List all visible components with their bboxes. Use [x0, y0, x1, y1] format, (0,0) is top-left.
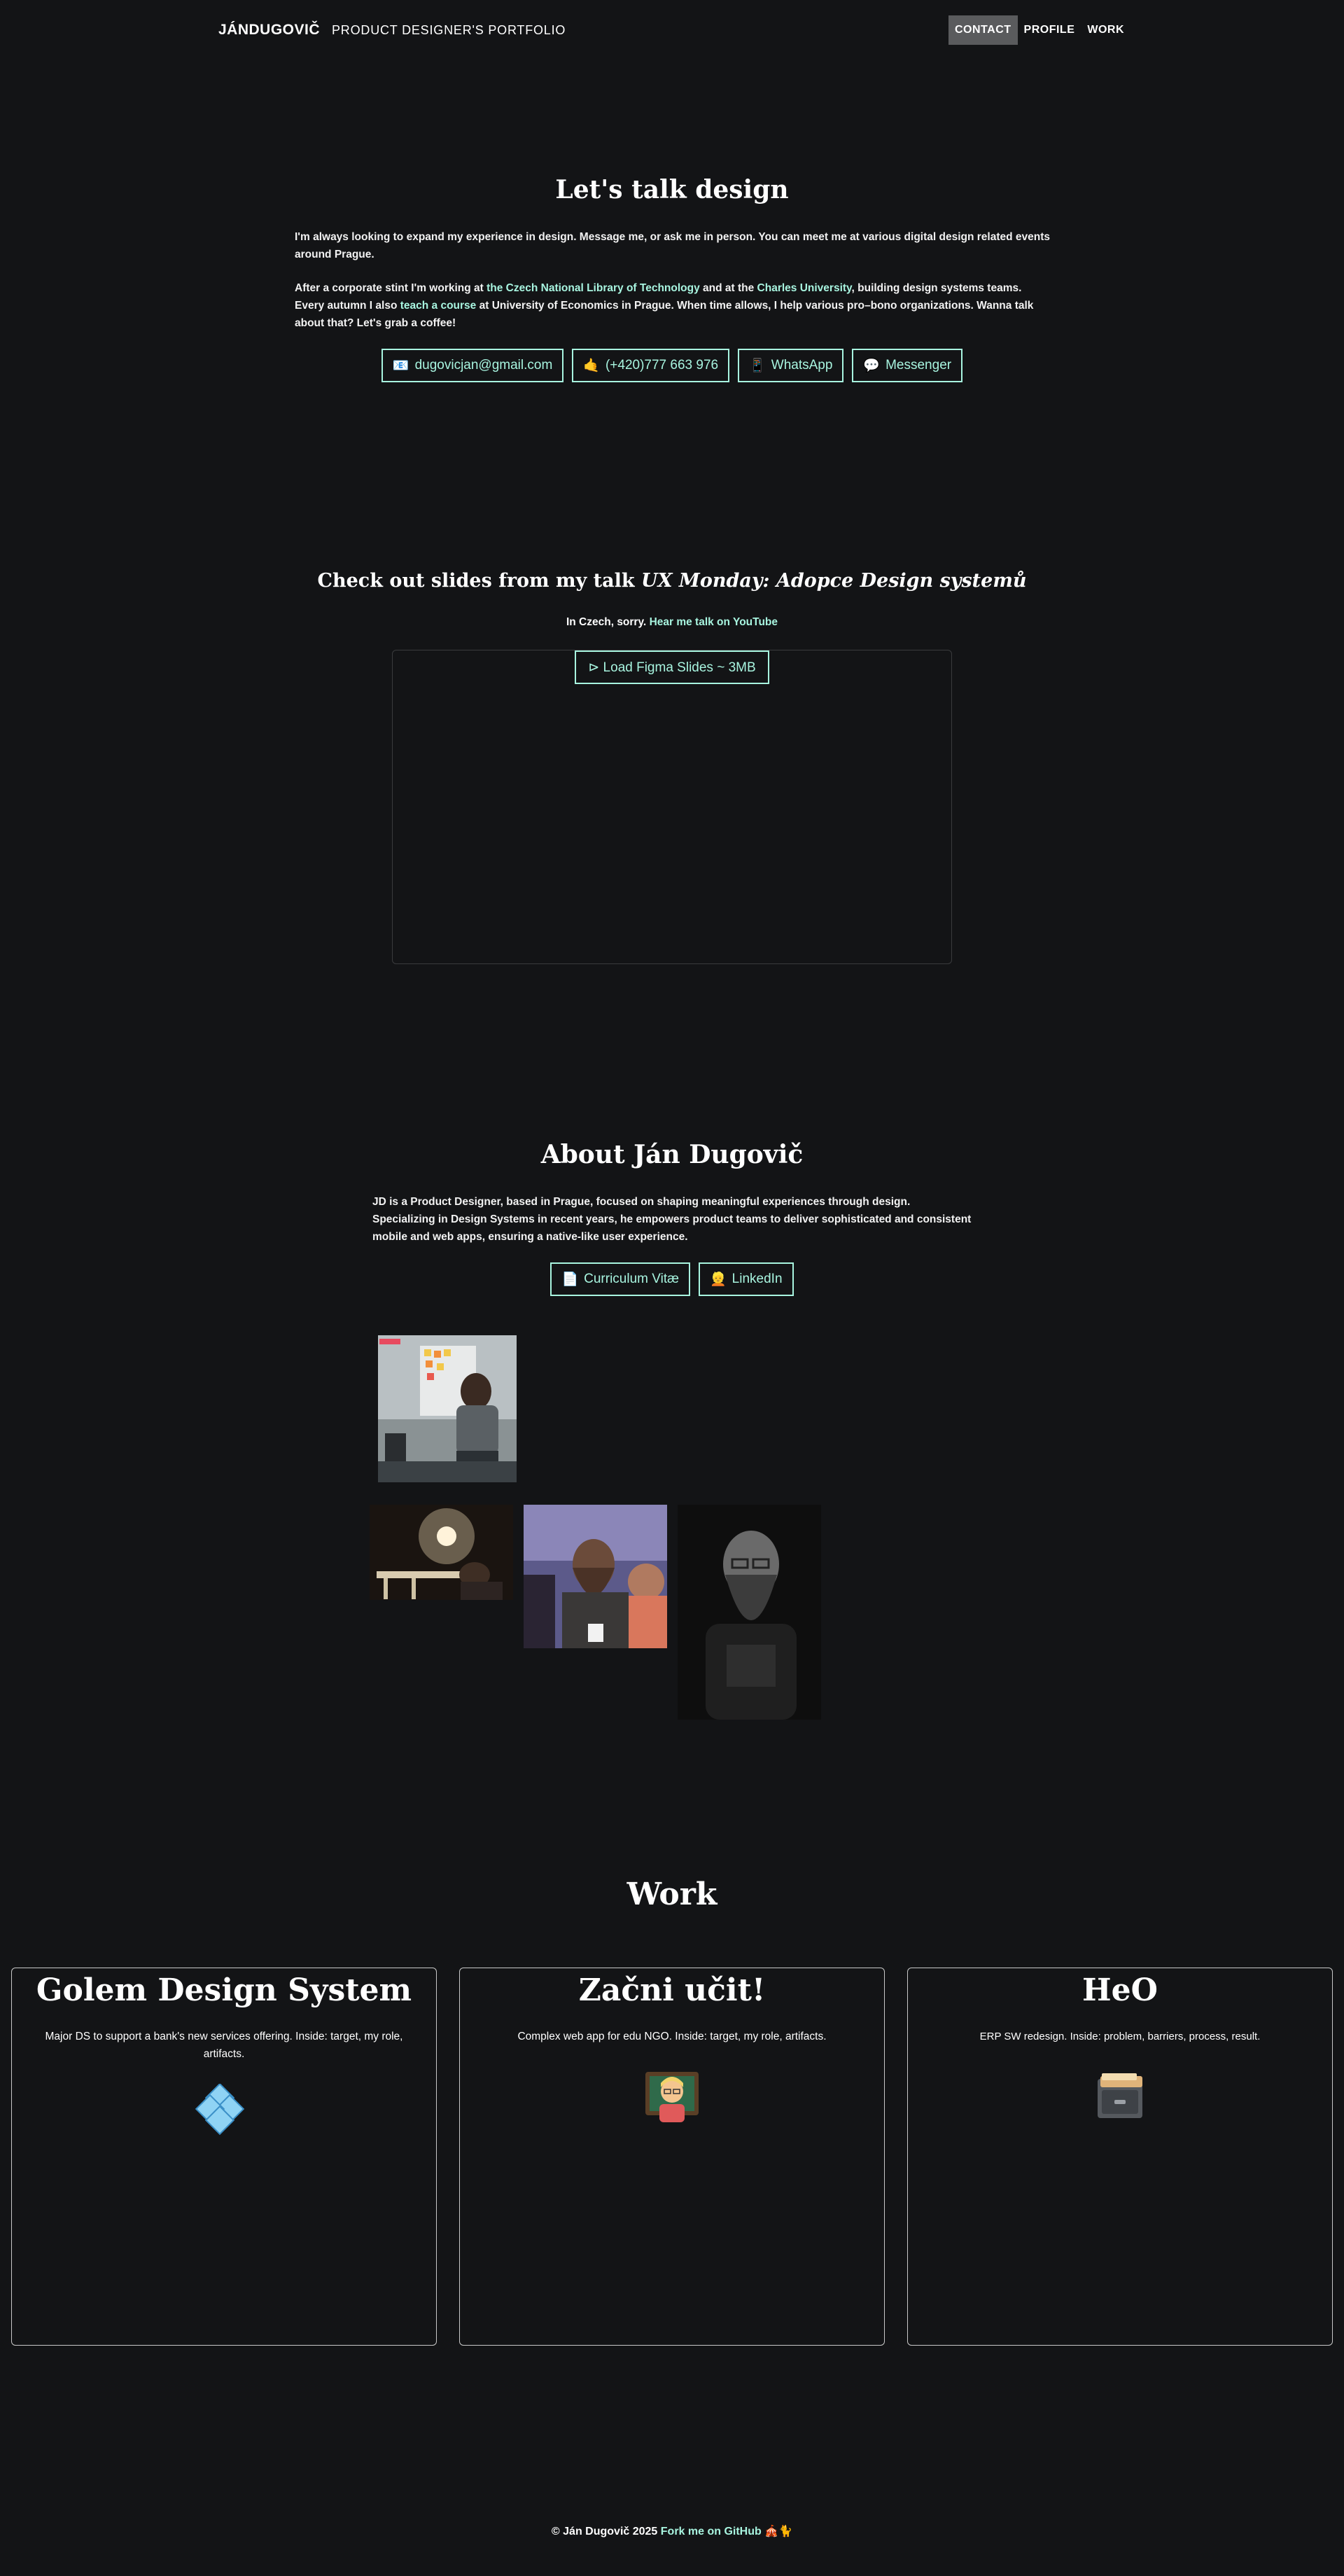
ntk-link[interactable]: the Czech National Library of Technology [486, 282, 700, 294]
about-buttons: 📄 Curriculum Vitæ 👱 LinkedIn [0, 1262, 1344, 1296]
whatsapp-button[interactable]: 📱 WhatsApp [738, 349, 844, 382]
contact-title: Let's talk design [555, 175, 789, 204]
linkedin-button[interactable]: 👱 LinkedIn [699, 1262, 794, 1296]
nav-contact[interactable]: CONTACT [948, 15, 1018, 45]
contact-buttons: 📧 dugovicjan@gmail.com 🤙 (+420)777 663 976… [0, 349, 1344, 382]
contact-work-text: After a corporate stint I'm working at t… [295, 282, 1034, 329]
photo-event [524, 1505, 667, 1648]
email-icon: 📧 [392, 358, 410, 373]
photo-workshop [378, 1335, 517, 1482]
person-icon: 👱 [710, 1272, 727, 1287]
work-card-desc: Major DS to support a bank's new service… [45, 2031, 403, 2060]
speech-bubble-icon: 💬 [863, 358, 881, 373]
nav-profile[interactable]: PROFILE [1018, 15, 1082, 45]
github-link[interactable]: Fork me on GitHub [661, 2526, 762, 2537]
work-card-zacni-ucit[interactable]: Začni učit! Complex web app for edu NGO.… [459, 1968, 885, 2346]
circus-cat-icon: 🎪🐈 [764, 2526, 793, 2537]
phone-button[interactable]: 🤙 (+420)777 663 976 [572, 349, 730, 382]
footer: © Ján Dugovič 2025 Fork me on GitHub 🎪🐈 [551, 2526, 793, 2537]
work-card-title: Golem Design System [36, 1972, 412, 2008]
photo-portrait [678, 1505, 821, 1720]
contact-intro: I'm always looking to expand my experien… [295, 231, 1051, 260]
email-button[interactable]: 📧 dugovicjan@gmail.com [381, 349, 564, 382]
file-cabinet-icon [1091, 2066, 1149, 2125]
slides-note: In Czech, sorry. Hear me talk on YouTube [566, 616, 778, 628]
about-text: JD is a Product Designer, based in Pragu… [372, 1196, 972, 1243]
work-card-title: Začni učit! [578, 1972, 766, 2008]
load-figma-slides-button[interactable]: ⊳ Load Figma Slides ~ 3MB [575, 650, 769, 684]
about-title: About Ján Dugovič [540, 1140, 804, 1169]
work-card-title: HeO [1082, 1972, 1158, 2008]
work-card-golem[interactable]: Golem Design System Major DS to support … [11, 1968, 437, 2346]
slides-embed-frame [392, 650, 952, 964]
phone-icon: 🤙 [583, 358, 600, 373]
mobile-icon: 📱 [749, 358, 766, 373]
nav-links: CONTACT PROFILE WORK [948, 15, 1130, 45]
brand-logo[interactable]: JÁNDUGOVIČ [218, 22, 320, 39]
work-card-desc: ERP SW redesign. Inside: problem, barrie… [979, 2031, 1261, 2042]
work-card-heo[interactable]: HeO ERP SW redesign. Inside: problem, ba… [907, 1968, 1333, 2346]
slides-title: Check out slides from my talk UX Monday:… [317, 570, 1027, 592]
work-title: Work [626, 1877, 718, 1912]
site-subtitle: PRODUCT DESIGNER'S PORTFOLIO [332, 23, 566, 37]
charles-university-link[interactable]: Charles University [757, 282, 852, 294]
teach-course-link[interactable]: teach a course [400, 300, 477, 312]
photo-speaking [370, 1505, 513, 1600]
youtube-link[interactable]: Hear me talk on YouTube [650, 616, 778, 628]
top-navigation: JÁNDUGOVIČ PRODUCT DESIGNER'S PORTFOLIO … [0, 0, 1344, 62]
messenger-button[interactable]: 💬 Messenger [852, 349, 963, 382]
teacher-icon [643, 2066, 701, 2125]
work-card-desc: Complex web app for edu NGO. Inside: tar… [517, 2031, 827, 2042]
diamond-tiles-icon [195, 2082, 253, 2143]
nav-work[interactable]: WORK [1081, 15, 1130, 45]
document-icon: 📄 [561, 1272, 579, 1287]
cv-button[interactable]: 📄 Curriculum Vitæ [550, 1262, 690, 1296]
